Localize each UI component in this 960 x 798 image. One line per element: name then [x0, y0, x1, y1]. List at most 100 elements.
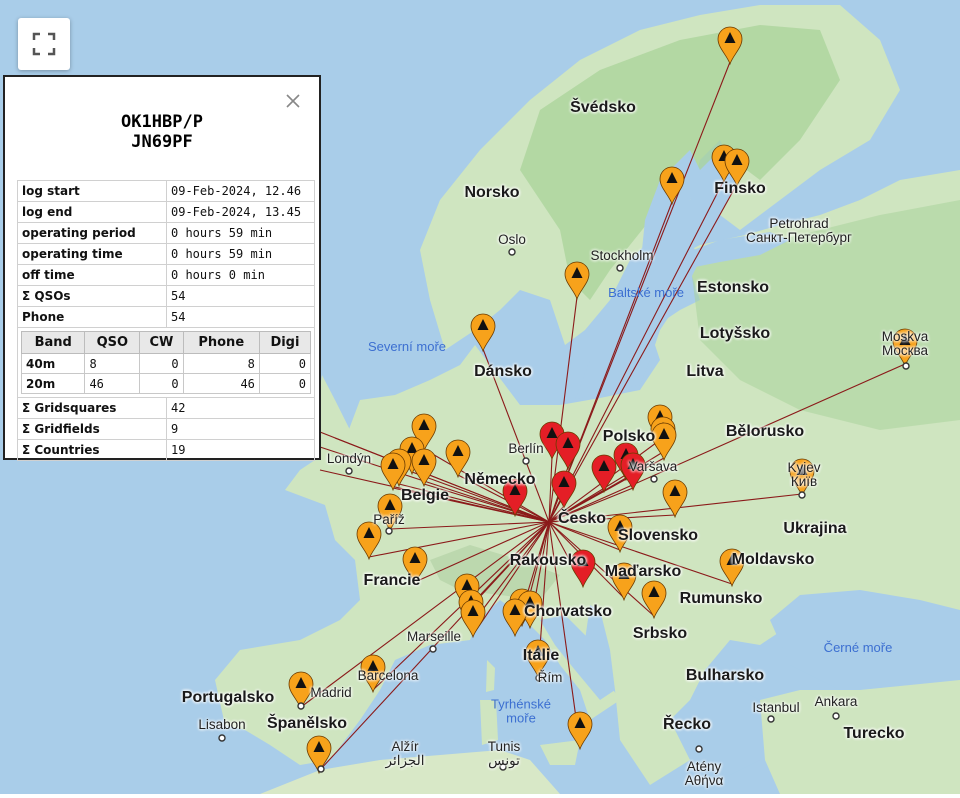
fullscreen-icon	[32, 32, 56, 56]
country-label: Rumunsko	[679, 590, 763, 607]
city-label: Berlín	[508, 440, 544, 456]
band-header: Band	[20, 331, 86, 354]
stats-row: Σ Gridsquares 42	[17, 397, 315, 419]
stats-row: operating period 0 hours 59 min	[17, 222, 315, 244]
city-label: Istanbul	[752, 699, 800, 715]
city-label: Madrid	[310, 684, 352, 700]
country-label: Rakousko	[509, 552, 587, 569]
country-label: Francie	[363, 572, 421, 589]
country-label: Česko	[557, 510, 607, 527]
country-label: Lotyšsko	[699, 325, 771, 342]
country-label: Itálie	[522, 647, 560, 664]
band-qso: 46	[84, 373, 141, 394]
country-label: Bělorusko	[725, 423, 805, 440]
city-dot	[522, 457, 530, 465]
band-row-wrap: Band QSO CW Phone Digi 40m 8 0 8 0 20m 4…	[17, 327, 315, 398]
band-header-row: Band QSO CW Phone Digi	[20, 331, 312, 354]
city-label: Petrohrad Санкт-Петербург	[746, 215, 852, 245]
city-dot	[650, 475, 658, 483]
country-label: Turecko	[843, 725, 905, 742]
country-label: Litva	[686, 363, 724, 380]
band-phone: 46	[182, 373, 260, 394]
stats-value: 19	[166, 439, 315, 461]
stats-value: 09-Feb-2024, 12.46	[166, 180, 315, 202]
city-dot	[508, 248, 516, 256]
fullscreen-button[interactable]	[18, 18, 70, 70]
stats-value: 54	[166, 306, 315, 328]
city-dot	[767, 715, 775, 723]
stats-value: 0 hours 59 min	[166, 222, 315, 244]
city-label: Řím	[537, 669, 563, 685]
city-dot	[695, 745, 703, 753]
locator: JN69PF	[131, 132, 193, 152]
close-icon	[286, 94, 300, 108]
stats-value: 0 hours 0 min	[166, 264, 315, 286]
stats-row: off time 0 hours 0 min	[17, 264, 315, 286]
city-label: Kyjev Київ	[787, 459, 821, 489]
city-dot	[297, 702, 305, 710]
band-table: Band QSO CW Phone Digi 40m 8 0 8 0 20m 4…	[20, 331, 312, 394]
band-header: Phone	[182, 331, 260, 354]
stats-value: 54	[166, 285, 315, 307]
city-dot	[902, 362, 910, 370]
country-label: Srbsko	[632, 625, 688, 642]
popup-title: OK1HBP/P JN69PF	[5, 112, 319, 152]
country-label: Španělsko	[266, 715, 348, 732]
city-dot	[345, 467, 353, 475]
country-label: Řecko	[662, 716, 712, 733]
country-label: Dánsko	[474, 363, 532, 380]
country-label: Polsko	[602, 428, 656, 445]
sea-label: Černé moře	[823, 639, 893, 655]
city-label: Atény Αθήνα	[684, 758, 724, 788]
country-label: Německo	[464, 471, 536, 488]
band-row: 20m 46 0 46 0	[20, 373, 312, 394]
stats-key: Σ QSOs	[17, 285, 167, 307]
stats-table: log start 09-Feb-2024, 12.46 log end 09-Fe…	[17, 180, 315, 461]
country-label: Moldavsko	[731, 551, 815, 568]
stats-value: 09-Feb-2024, 13.45	[166, 201, 315, 223]
country-label: Slovensko	[617, 527, 699, 544]
stats-key: operating time	[17, 243, 167, 265]
band-cw: 0	[139, 373, 184, 394]
city-label: Moskva Москва	[881, 328, 929, 358]
callsign: OK1HBP/P	[121, 112, 203, 132]
city-dot	[616, 264, 624, 272]
stats-row: operating time 0 hours 59 min	[17, 243, 315, 265]
band-digi: 0	[258, 353, 312, 374]
city-label: Barcelona	[357, 667, 419, 683]
country-label: Finsko	[714, 180, 766, 197]
city-label: Marseille	[406, 628, 462, 644]
country-label: Norsko	[464, 184, 520, 201]
city-dot	[832, 712, 840, 720]
band-cell: Band QSO CW Phone Digi 40m 8 0 8 0 20m 4…	[17, 327, 315, 398]
stats-row: Σ Gridfields 9	[17, 418, 315, 440]
band-cw: 0	[139, 353, 184, 374]
city-label: Ankara	[814, 693, 858, 709]
city-dot	[317, 765, 325, 773]
stats-row: log start 09-Feb-2024, 12.46	[17, 180, 315, 202]
city-label: Oslo	[498, 231, 526, 247]
city-label: Paříž	[373, 511, 405, 527]
country-label: Švédsko	[570, 99, 636, 116]
city-dot	[385, 527, 393, 535]
sea-label: Baltské moře	[608, 284, 684, 300]
band-phone: 8	[182, 353, 260, 374]
band-row: 40m 8 0 8 0	[20, 353, 312, 374]
band-digi: 0	[258, 373, 312, 394]
close-button[interactable]	[283, 91, 303, 111]
city-label: Varšava	[628, 458, 678, 474]
stats-key: Σ Countries	[17, 439, 167, 461]
sea-label: Tyrhénské moře	[491, 696, 551, 726]
country-label: Chorvatsko	[523, 603, 613, 620]
stats-key: Σ Gridsquares	[17, 397, 167, 419]
info-popup: OK1HBP/P JN69PF log start 09-Feb-2024, 12…	[3, 75, 321, 461]
city-label: Londýn	[326, 450, 372, 466]
stats-key: log end	[17, 201, 167, 223]
city-dot	[798, 491, 806, 499]
stats-key: operating period	[17, 222, 167, 244]
city-dot	[218, 734, 226, 742]
band-qso: 8	[84, 353, 141, 374]
stats-key: off time	[17, 264, 167, 286]
stats-value: 9	[166, 418, 315, 440]
city-label: Lisabon	[198, 716, 246, 732]
